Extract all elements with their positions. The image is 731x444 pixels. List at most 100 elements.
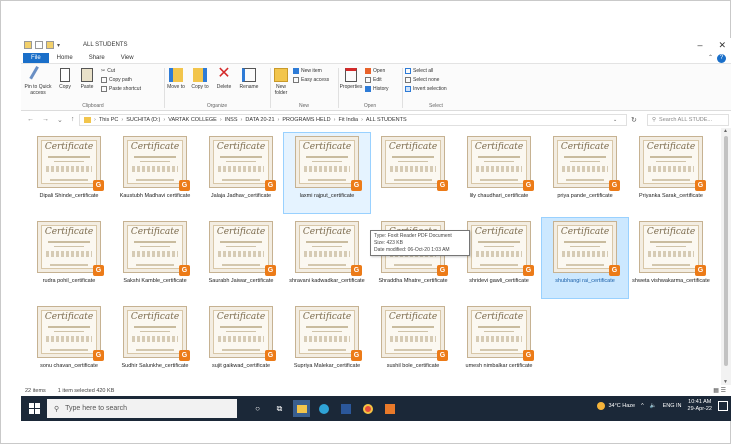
select-all-label: Select all <box>413 68 434 74</box>
task-view-icon[interactable]: ⧉ <box>271 400 288 417</box>
file-item[interactable]: Certificate Grudra pohil_certificate <box>25 217 113 299</box>
scroll-up-icon[interactable]: ▲ <box>723 128 728 134</box>
file-item[interactable]: Certificate G Sakshi Kamble_certificate <box>111 217 199 299</box>
file-name: sonu chavan_certificate <box>40 363 98 369</box>
file-name: Shraddha Mhatre_certificate <box>378 278 448 284</box>
back-arrow-icon[interactable]: ← <box>27 116 34 124</box>
properties-button[interactable]: Properties <box>339 68 363 90</box>
close-button[interactable]: ✕ <box>718 40 726 51</box>
file-item[interactable]: Certificate G Saurabh Jaiwar_certificate <box>197 217 285 299</box>
file-item[interactable]: Certificate G Priyanka Sarak_certificate <box>627 132 715 214</box>
paste-shortcut-button[interactable]: Paste shortcut <box>101 86 141 92</box>
recent-chevron-icon[interactable]: ⌄ <box>57 116 63 124</box>
select-none-label: Select none <box>413 77 440 83</box>
file-item[interactable]: Certificate Gsushil bole_certificate <box>369 302 457 384</box>
speaker-icon[interactable]: 🔈 <box>650 403 657 409</box>
new-folder-button[interactable]: New folder <box>271 68 291 96</box>
copy-to-button[interactable]: Copy to <box>189 68 211 90</box>
taskbar-search-placeholder: Type here to search <box>65 405 128 412</box>
photos-app-icon[interactable] <box>381 400 398 417</box>
new-item-icon <box>293 68 299 74</box>
tray-overflow-icon[interactable]: ^ <box>641 403 644 409</box>
weather-widget[interactable]: 34°C Haze <box>597 402 635 410</box>
breadcrumb-programs[interactable]: PROGRAMS HELD <box>282 117 330 123</box>
edge-browser-icon[interactable] <box>315 400 332 417</box>
collapse-ribbon-icon[interactable]: ⌃ <box>708 54 713 61</box>
word-app-icon[interactable] <box>337 400 354 417</box>
file-item[interactable]: Certificate Gpriya pande_certificate <box>541 132 629 214</box>
file-item[interactable]: Certificate Gshravani kadwadkar_certifica… <box>283 217 371 299</box>
file-item[interactable]: Certificate Gshweta vishwakarma_certifica… <box>627 217 715 299</box>
minimize-button[interactable]: – <box>697 40 702 51</box>
history-button[interactable]: History <box>365 86 389 92</box>
file-item[interactable]: Certificate Gshubhangi rai_certificate <box>541 217 629 299</box>
search-box[interactable]: ⚲ Search ALL STUDE... <box>647 114 729 126</box>
tab-share[interactable]: Share <box>81 53 113 63</box>
up-arrow-icon[interactable]: ↑ <box>71 116 75 124</box>
chrome-browser-icon[interactable] <box>359 400 376 417</box>
file-explorer-app-icon[interactable] <box>293 400 310 417</box>
move-to-button[interactable]: Move to <box>165 68 187 90</box>
breadcrumb-fit-india[interactable]: Fit India <box>339 117 359 123</box>
scrollbar-thumb[interactable] <box>724 136 728 366</box>
paste-button[interactable]: Paste <box>77 68 97 90</box>
new-item-button[interactable]: New item <box>293 68 322 74</box>
scroll-down-icon[interactable]: ▼ <box>723 379 728 385</box>
copy-path-button[interactable]: Copy path <box>101 77 132 83</box>
delete-button[interactable]: ✕ Delete <box>213 66 235 91</box>
file-item[interactable]: Certificate G <box>369 132 457 214</box>
file-item[interactable]: Certificate G Supriya Malekar_certificate <box>283 302 371 384</box>
address-dropdown-chevron-icon[interactable]: ⌄ <box>613 117 617 123</box>
breadcrumb-college[interactable]: VARTAK COLLEGE <box>168 117 217 123</box>
breadcrumb-all-students[interactable]: ALL STUDENTS <box>366 117 407 123</box>
tab-view[interactable]: View <box>113 53 142 63</box>
file-item[interactable]: Certificate G Kaustubh Madhavi certificate <box>111 132 199 214</box>
select-all-button[interactable]: Select all <box>405 68 433 74</box>
windows-start-icon[interactable] <box>29 403 40 414</box>
language-indicator[interactable]: ENG IN <box>663 403 682 409</box>
view-toggle-icons[interactable]: ▦ ☰ <box>713 387 726 394</box>
rename-button[interactable]: Rename <box>237 68 261 90</box>
easy-access-button[interactable]: Easy access <box>293 77 329 83</box>
refresh-icon[interactable]: ↻ <box>631 116 637 124</box>
certificate-thumbnail: Certificate G <box>295 221 362 276</box>
file-item[interactable]: Certificate Gsujit gaikwad_certificate <box>197 302 285 384</box>
edit-button[interactable]: Edit <box>365 77 382 83</box>
cortana-circle-icon[interactable]: ○ <box>249 400 266 417</box>
clock[interactable]: 10:41 AM 29-Apr-22 <box>688 399 712 413</box>
copy-button[interactable]: Copy <box>55 68 75 90</box>
cut-button[interactable]: ✂ Cut <box>101 68 115 74</box>
file-item[interactable]: Certificate G Dipali Shinde_certificate <box>25 132 113 214</box>
breadcrumb-separator: › <box>240 117 243 123</box>
foxit-pdf-badge-icon: G <box>93 265 104 276</box>
foxit-pdf-badge-icon: G <box>93 180 104 191</box>
tab-file[interactable]: File <box>23 53 49 63</box>
help-icon[interactable]: ? <box>717 54 726 63</box>
breadcrumb-data[interactable]: DATA 20-21 <box>245 117 274 123</box>
breadcrumb-drive[interactable]: SUCHITA (D:) <box>126 117 160 123</box>
breadcrumb-inss[interactable]: INSS <box>225 117 238 123</box>
properties-quick-icon[interactable] <box>35 41 43 49</box>
vertical-scrollbar[interactable]: ▲ ▼ <box>721 128 731 385</box>
file-name: Jalaja Jadhav_certificate <box>210 193 272 199</box>
file-item[interactable]: Certificate Glily chaudhari_certificate <box>455 132 543 214</box>
certificate-thumbnail: Certificate G <box>209 136 276 191</box>
chevron-down-icon[interactable]: ▾ <box>57 42 60 49</box>
invert-selection-button[interactable]: Invert selection <box>405 86 447 92</box>
tab-home[interactable]: Home <box>49 53 81 63</box>
file-item[interactable]: Certificate Gumesh nimbalkar certificate <box>455 302 543 384</box>
new-folder-quick-icon[interactable] <box>46 41 54 49</box>
certificate-text-block <box>476 166 522 172</box>
file-item[interactable]: Certificate Glaxmi rajput_certificate <box>283 132 371 214</box>
open-button[interactable]: Open <box>365 68 385 74</box>
address-bar[interactable]: › This PC › SUCHITA (D:) › VARTAK COLLEGE ›… <box>79 114 627 126</box>
notification-icon[interactable] <box>718 401 728 411</box>
file-item[interactable]: Certificate G Jalaja Jadhav_certificate <box>197 132 285 214</box>
select-none-button[interactable]: Select none <box>405 77 439 83</box>
file-item[interactable]: Certificate G Sudhir Salunkhe_certificate <box>111 302 199 384</box>
taskbar-search[interactable]: ⚲ Type here to search <box>47 399 237 418</box>
breadcrumb-this-pc[interactable]: This PC <box>99 117 119 123</box>
pin-to-quick-access-button[interactable]: Pin to Quick access <box>23 65 53 96</box>
file-item[interactable]: Certificate Gsonu chavan_certificate <box>25 302 113 384</box>
forward-arrow-icon[interactable]: → <box>42 116 49 124</box>
